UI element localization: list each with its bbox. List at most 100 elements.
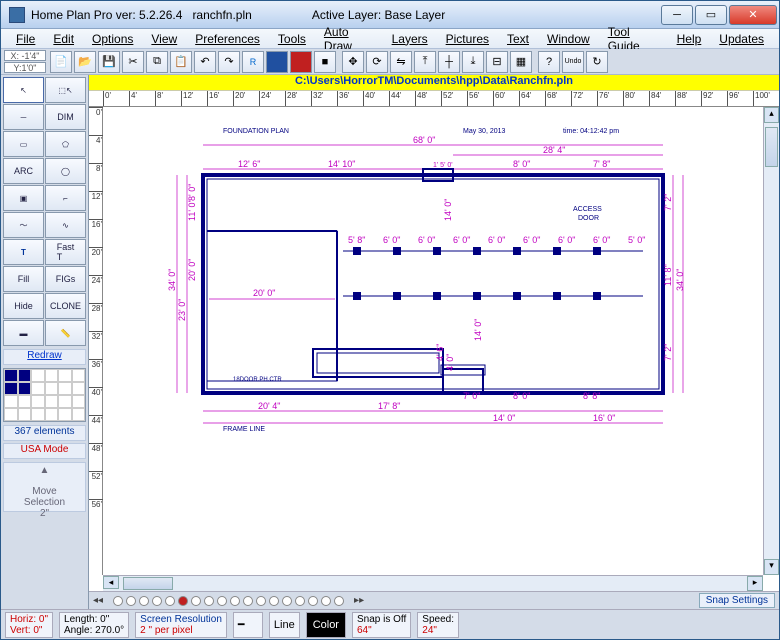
layer-toggle-icon[interactable] [266,51,288,73]
main-toolbar: X: -1'4" Y:1'0" 📄 📂 💾 ✂ ⧉ 📋 ↶ ↷ R ■ ✥ ⟳ … [1,49,779,75]
clone-tool-icon[interactable]: CLONE [45,293,86,319]
refresh-icon[interactable]: ↻ [586,51,608,73]
rotate-icon[interactable]: ⟳ [366,51,388,73]
help-icon[interactable]: ? [538,51,560,73]
main-area: ↖ ⬚↖ ─ DIM ▭ ⬠ ARC ◯ ▣ ⌐ ～ ∿ T FastT Fil… [1,75,779,609]
align-left-icon[interactable]: ⤒ [414,51,436,73]
grid-icon[interactable]: ▦ [510,51,532,73]
menu-layers[interactable]: Layers [392,32,428,46]
wall-tool-icon[interactable]: ▣ [3,185,44,211]
titlebar: Home Plan Pro ver: 5.2.26.4 ranchfn.pln … [1,1,779,29]
color-button[interactable]: Color [306,612,346,638]
vertical-scrollbar[interactable]: ▴ ▾ [763,107,779,575]
scroll-down-icon: ▾ [764,559,779,575]
arc-tool-icon[interactable]: ARC [3,158,44,184]
repeat-icon[interactable]: R [242,51,264,73]
menu-help[interactable]: Help [677,32,702,46]
maximize-button[interactable]: ▭ [695,5,727,25]
access-door-label: ACCESSDOOR [573,206,602,222]
svg-text:1' 5' 0': 1' 5' 0' [433,162,453,169]
text-tool-icon[interactable]: T [3,239,44,265]
align-center-icon[interactable]: ┼ [438,51,460,73]
color-palette[interactable] [3,368,86,422]
status-speed: Speed: 24" [417,612,459,638]
svg-text:6' 0": 6' 0" [488,235,505,245]
save-icon[interactable]: 💾 [98,51,120,73]
dim-tool-icon[interactable]: DIM [45,104,86,130]
svg-text:6' 0": 6' 0" [418,235,435,245]
menu-edit[interactable]: Edit [53,32,74,46]
open-file-icon[interactable]: 📂 [74,51,96,73]
menu-tools[interactable]: Tools [278,32,306,46]
status-line-label: Line [269,612,300,638]
redraw-button[interactable]: Redraw [3,349,86,365]
snap-next-icon[interactable]: ▸▸ [354,595,364,606]
copy-icon[interactable]: ⧉ [146,51,168,73]
menu-window[interactable]: Window [547,32,590,46]
plan-title-label: FOUNDATION PLAN [223,128,289,135]
element-count-label: 367 elements [3,425,86,441]
record-icon[interactable] [290,51,312,73]
stop-icon[interactable]: ■ [314,51,336,73]
minimize-button[interactable]: ─ [661,5,693,25]
distribute-icon[interactable]: ⊟ [486,51,508,73]
svg-text:5' 8": 5' 8" [348,235,365,245]
svg-text:20' 0": 20' 0" [187,259,197,281]
svg-text:68' 0": 68' 0" [413,135,435,145]
paint-tool-icon[interactable]: ▬ [3,320,44,346]
floor-plan: FOUNDATION PLAN May 30, 2013 time: 04:12… [143,121,703,521]
circle-tool-icon[interactable]: ◯ [45,158,86,184]
undo-icon[interactable]: ↶ [194,51,216,73]
redo-icon[interactable]: ↷ [218,51,240,73]
paste-icon[interactable]: 📋 [170,51,192,73]
hide-tool-icon[interactable]: Hide [3,293,44,319]
snap-settings-button[interactable]: Snap Settings [699,593,775,608]
new-file-icon[interactable]: 📄 [50,51,72,73]
status-linestyle-icon[interactable]: ━ [233,612,263,638]
left-toolbox: ↖ ⬚↖ ─ DIM ▭ ⬠ ARC ◯ ▣ ⌐ ～ ∿ T FastT Fil… [1,75,89,609]
rect-tool-icon[interactable]: ▭ [3,131,44,157]
marquee-tool-icon[interactable]: ⬚↖ [45,77,86,103]
close-button[interactable]: ✕ [729,5,777,25]
menu-preferences[interactable]: Preferences [195,32,260,46]
scroll-up-icon: ▴ [764,107,779,123]
fill-tool-icon[interactable]: Fill [3,266,44,292]
poly-tool-icon[interactable]: ⬠ [45,131,86,157]
scroll-left-icon: ◂ [103,576,119,589]
door-tool-icon[interactable]: ⌐ [45,185,86,211]
drawing-canvas[interactable]: FOUNDATION PLAN May 30, 2013 time: 04:12… [103,107,763,575]
svg-text:7' 2": 7' 2" [663,194,673,211]
app-icon [9,7,25,23]
spline-tool-icon[interactable]: ∿ [45,212,86,238]
svg-text:6' 0": 6' 0" [558,235,575,245]
figs-tool-icon[interactable]: FIGs [45,266,86,292]
move-selection-panel[interactable]: ▲ Move Selection 2" [3,462,86,512]
title-app: Home Plan Pro ver: 5.2.26.4 ranchfn.pln [31,8,252,22]
coord-x: X: -1'4" [4,50,46,61]
svg-text:11' 0": 11' 0" [187,199,197,221]
align-right-icon[interactable]: ⤓ [462,51,484,73]
status-snap[interactable]: Snap is Off 64" [352,612,411,638]
curve-tool-icon[interactable]: ～ [3,212,44,238]
menu-view[interactable]: View [151,32,177,46]
snap-prev-icon[interactable]: ◂◂ [93,595,103,606]
menu-updates[interactable]: Updates [719,32,764,46]
mirror-icon[interactable]: ⇋ [390,51,412,73]
fast-text-tool-icon[interactable]: FastT [45,239,86,265]
cut-icon[interactable]: ✂ [122,51,144,73]
select-tool-icon[interactable]: ↖ [3,77,44,103]
line-tool-icon[interactable]: ─ [3,104,44,130]
horizontal-scrollbar[interactable]: ◂ ▸ [103,575,763,591]
menu-pictures[interactable]: Pictures [446,32,489,46]
menu-file[interactable]: File [16,32,35,46]
app-window: Home Plan Pro ver: 5.2.26.4 ranchfn.pln … [0,0,780,640]
menu-options[interactable]: Options [92,32,133,46]
move-icon[interactable]: ✥ [342,51,364,73]
menu-text[interactable]: Text [507,32,529,46]
svg-text:28' 4": 28' 4" [543,145,565,155]
measure-tool-icon[interactable]: 📏 [45,320,86,346]
svg-text:8' 0": 8' 0" [513,391,530,401]
undo-stack-icon[interactable]: Undo [562,51,584,73]
svg-text:4' 0": 4' 0" [445,354,455,371]
snap-dots[interactable] [113,596,344,606]
